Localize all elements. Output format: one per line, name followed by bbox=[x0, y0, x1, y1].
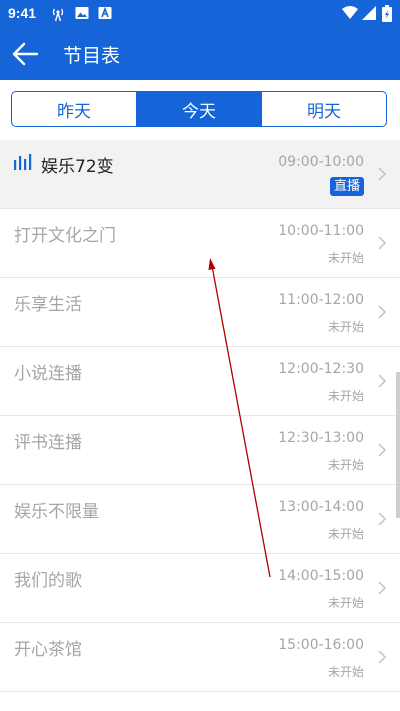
program-status: 未开始 bbox=[327, 458, 364, 472]
tab-yesterday[interactable]: 昨天 bbox=[12, 92, 137, 126]
program-row[interactable]: 评书连播 12:30-13:00 未开始 bbox=[0, 416, 400, 485]
scrollbar[interactable] bbox=[396, 372, 400, 518]
chevron-right-icon bbox=[378, 512, 387, 526]
chevron-right-icon bbox=[378, 650, 387, 664]
chevron-right-icon bbox=[378, 581, 387, 595]
signal-icon bbox=[362, 6, 376, 20]
program-row-live[interactable]: 娱乐72变 09:00-10:00 直播 bbox=[0, 140, 400, 209]
program-time: 11:00-12:00 bbox=[278, 292, 364, 308]
program-time: 12:30-13:00 bbox=[278, 430, 364, 446]
program-list: 娱乐72变 09:00-10:00 直播 打开文化之门 10:00-11:00 … bbox=[0, 140, 400, 692]
tab-today[interactable]: 今天 bbox=[137, 92, 262, 126]
program-time: 14:00-15:00 bbox=[278, 568, 364, 584]
program-time: 10:00-11:00 bbox=[278, 223, 364, 239]
program-time: 15:00-16:00 bbox=[278, 637, 364, 653]
program-status: 未开始 bbox=[327, 320, 364, 334]
program-status: 未开始 bbox=[327, 389, 364, 403]
chevron-right-icon bbox=[378, 374, 387, 388]
program-title: 评书连播 bbox=[14, 433, 82, 453]
app-a-icon bbox=[98, 6, 112, 19]
program-row[interactable]: 打开文化之门 10:00-11:00 未开始 bbox=[0, 209, 400, 278]
program-status: 未开始 bbox=[327, 665, 364, 679]
page-title: 节目表 bbox=[63, 46, 121, 67]
program-row[interactable]: 乐享生活 11:00-12:00 未开始 bbox=[0, 278, 400, 347]
program-time: 09:00-10:00 bbox=[278, 154, 364, 170]
image-icon bbox=[75, 7, 89, 19]
tab-tomorrow[interactable]: 明天 bbox=[262, 92, 386, 126]
chevron-right-icon bbox=[378, 443, 387, 457]
program-time: 12:00-12:30 bbox=[278, 361, 364, 377]
app-bar: 节目表 bbox=[0, 28, 400, 80]
status-bar: 9:41 bbox=[0, 0, 400, 28]
chevron-right-icon bbox=[378, 305, 387, 319]
status-time: 9:41 bbox=[8, 5, 37, 21]
program-row[interactable]: 开心茶馆 15:00-16:00 未开始 bbox=[0, 623, 400, 692]
program-status: 未开始 bbox=[327, 251, 364, 265]
program-row[interactable]: 娱乐不限量 13:00-14:00 未开始 bbox=[0, 485, 400, 554]
program-status: 未开始 bbox=[327, 596, 364, 610]
program-time: 13:00-14:00 bbox=[278, 499, 364, 515]
program-title: 乐享生活 bbox=[14, 295, 82, 315]
back-arrow-icon[interactable] bbox=[12, 41, 40, 67]
battery-icon bbox=[382, 5, 392, 22]
day-tabs: 昨天 今天 明天 bbox=[11, 91, 387, 127]
live-badge: 直播 bbox=[329, 177, 364, 196]
program-row[interactable]: 小说连播 12:00-12:30 未开始 bbox=[0, 347, 400, 416]
program-title: 开心茶馆 bbox=[14, 640, 82, 660]
program-title: 打开文化之门 bbox=[14, 226, 116, 246]
program-row[interactable]: 我们的歌 14:00-15:00 未开始 bbox=[0, 554, 400, 623]
program-title: 娱乐72变 bbox=[41, 157, 114, 177]
program-title: 我们的歌 bbox=[14, 571, 82, 591]
program-title: 小说连播 bbox=[14, 364, 82, 384]
program-title: 娱乐不限量 bbox=[14, 502, 99, 522]
wifi-icon bbox=[342, 6, 358, 19]
program-status: 未开始 bbox=[327, 527, 364, 541]
hotspot-icon bbox=[52, 8, 64, 22]
equalizer-icon bbox=[14, 154, 32, 170]
chevron-right-icon bbox=[378, 167, 387, 181]
chevron-right-icon bbox=[378, 236, 387, 250]
